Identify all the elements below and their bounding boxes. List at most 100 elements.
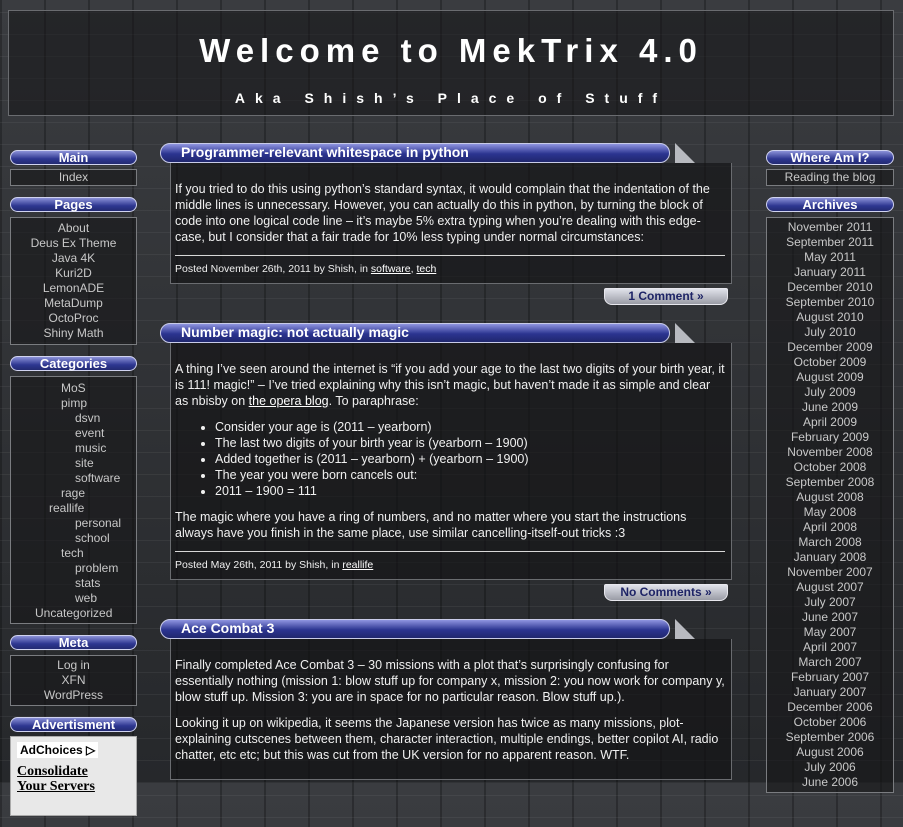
archive-link[interactable]: May 2008 bbox=[767, 505, 893, 520]
archive-link[interactable]: October 2008 bbox=[767, 460, 893, 475]
archive-link[interactable]: July 2006 bbox=[767, 760, 893, 775]
post-title[interactable]: Programmer-relevant whitespace in python bbox=[160, 143, 695, 163]
category-link[interactable]: reallife bbox=[342, 559, 373, 571]
ad-heading: Advertisment bbox=[10, 717, 137, 732]
archive-link[interactable]: December 2009 bbox=[767, 340, 893, 355]
page-link-lemonade[interactable]: LemonADE bbox=[11, 281, 136, 296]
archive-link[interactable]: April 2008 bbox=[767, 520, 893, 535]
category-link[interactable]: rage bbox=[11, 486, 136, 501]
meta-heading: Meta bbox=[10, 635, 137, 650]
post: Ace Combat 3 Finally completed Ace Comba… bbox=[160, 619, 732, 780]
page-link-about[interactable]: About bbox=[11, 221, 136, 236]
archive-link[interactable]: March 2007 bbox=[767, 655, 893, 670]
where-heading: Where Am I? bbox=[766, 150, 894, 165]
archive-link[interactable]: August 2006 bbox=[767, 745, 893, 760]
category-link[interactable]: music bbox=[11, 441, 136, 456]
category-link[interactable]: web bbox=[11, 591, 136, 606]
site-header: Welcome to MekTrix 4.0 Aka Shish’s Place… bbox=[8, 10, 894, 116]
archive-link[interactable]: August 2010 bbox=[767, 310, 893, 325]
archive-link[interactable]: January 2011 bbox=[767, 265, 893, 280]
category-link[interactable]: personal bbox=[11, 516, 136, 531]
page-link-java-4k[interactable]: Java 4K bbox=[11, 251, 136, 266]
archive-link[interactable]: January 2007 bbox=[767, 685, 893, 700]
archive-link[interactable]: June 2007 bbox=[767, 610, 893, 625]
category-link[interactable]: dsvn bbox=[11, 411, 136, 426]
category-link[interactable]: event bbox=[11, 426, 136, 441]
archive-link[interactable]: May 2011 bbox=[767, 250, 893, 265]
main-list: Index bbox=[10, 169, 137, 186]
page-link-deus-ex-theme[interactable]: Deus Ex Theme bbox=[11, 236, 136, 251]
category-link[interactable]: tech bbox=[416, 263, 436, 275]
post-meta-text: Posted November 26th, 2011 by Shish, in bbox=[175, 263, 371, 275]
ad-box: AdChoices ▷ Consolidate Your Servers bbox=[10, 736, 137, 816]
category-link[interactable]: problem bbox=[11, 561, 136, 576]
nav-index-link[interactable]: Index bbox=[11, 170, 136, 185]
post-body: If you tried to do this using python’s s… bbox=[170, 163, 732, 284]
archive-link[interactable]: August 2008 bbox=[767, 490, 893, 505]
page-link-octoproc[interactable]: OctoProc bbox=[11, 311, 136, 326]
archive-link[interactable]: May 2007 bbox=[767, 625, 893, 640]
archive-link[interactable]: March 2008 bbox=[767, 535, 893, 550]
archive-link[interactable]: July 2010 bbox=[767, 325, 893, 340]
archive-link[interactable]: November 2007 bbox=[767, 565, 893, 580]
category-link[interactable]: software bbox=[371, 263, 411, 275]
meta-login-link[interactable]: Log in bbox=[11, 658, 136, 673]
archive-link[interactable]: September 2011 bbox=[767, 235, 893, 250]
post: Programmer-relevant whitespace in python… bbox=[160, 143, 732, 305]
right-sidebar: Where Am I? Reading the blog Archives No… bbox=[766, 150, 894, 804]
archive-link[interactable]: June 2009 bbox=[767, 400, 893, 415]
category-link[interactable]: school bbox=[11, 531, 136, 546]
list-item: Added together is (2011 – yearborn) + (y… bbox=[215, 451, 725, 467]
comments-button[interactable]: 1 Comment » bbox=[604, 288, 728, 305]
opera-blog-link[interactable]: the opera blog bbox=[249, 394, 329, 408]
ad-block: Advertisment AdChoices ▷ Consolidate You… bbox=[10, 717, 137, 816]
adchoices-badge[interactable]: AdChoices ▷ bbox=[17, 742, 99, 758]
archive-link[interactable]: April 2007 bbox=[767, 640, 893, 655]
post-meta: Posted November 26th, 2011 by Shish, in … bbox=[175, 255, 725, 277]
archive-link[interactable]: November 2011 bbox=[767, 220, 893, 235]
meta-block: Meta Log in XFN WordPress bbox=[10, 635, 137, 706]
archive-link[interactable]: December 2010 bbox=[767, 280, 893, 295]
meta-wordpress-link[interactable]: WordPress bbox=[11, 688, 136, 703]
post-title[interactable]: Ace Combat 3 bbox=[160, 619, 695, 639]
archive-link[interactable]: July 2007 bbox=[767, 595, 893, 610]
archive-link[interactable]: April 2009 bbox=[767, 415, 893, 430]
post-title[interactable]: Number magic: not actually magic bbox=[160, 323, 695, 343]
category-link[interactable]: software bbox=[11, 471, 136, 486]
site-title[interactable]: Welcome to MekTrix 4.0 bbox=[9, 11, 893, 70]
category-link[interactable]: pimp bbox=[11, 396, 136, 411]
categories-block: Categories MoS pimp dsvn event music sit… bbox=[10, 356, 137, 624]
archive-link[interactable]: October 2006 bbox=[767, 715, 893, 730]
category-link[interactable]: tech bbox=[11, 546, 136, 561]
archive-link[interactable]: September 2010 bbox=[767, 295, 893, 310]
ad-link[interactable]: Your Servers bbox=[17, 779, 130, 794]
archive-link[interactable]: November 2008 bbox=[767, 445, 893, 460]
pages-heading: Pages bbox=[10, 197, 137, 212]
archive-link[interactable]: August 2007 bbox=[767, 580, 893, 595]
category-link[interactable]: reallife bbox=[11, 501, 136, 516]
page-link-kuri2d[interactable]: Kuri2D bbox=[11, 266, 136, 281]
ad-link[interactable]: Consolidate bbox=[17, 764, 130, 779]
page-link-metadump[interactable]: MetaDump bbox=[11, 296, 136, 311]
category-link[interactable]: MoS bbox=[11, 381, 136, 396]
meta-xfn-link[interactable]: XFN bbox=[11, 673, 136, 688]
page-link-shiny-math[interactable]: Shiny Math bbox=[11, 326, 136, 341]
where-block: Where Am I? Reading the blog bbox=[766, 150, 894, 186]
archive-link[interactable]: September 2008 bbox=[767, 475, 893, 490]
archive-link[interactable]: September 2006 bbox=[767, 730, 893, 745]
where-text: Reading the blog bbox=[784, 170, 876, 184]
archive-link[interactable]: February 2009 bbox=[767, 430, 893, 445]
archive-link[interactable]: July 2009 bbox=[767, 385, 893, 400]
archive-link[interactable]: December 2006 bbox=[767, 700, 893, 715]
comments-button[interactable]: No Comments » bbox=[604, 584, 728, 601]
archives-list: November 2011 September 2011 May 2011 Janua… bbox=[766, 217, 894, 793]
archive-link[interactable]: February 2007 bbox=[767, 670, 893, 685]
post: Number magic: not actually magic A thing… bbox=[160, 323, 732, 601]
category-link[interactable]: site bbox=[11, 456, 136, 471]
archive-link[interactable]: August 2009 bbox=[767, 370, 893, 385]
category-link[interactable]: Uncategorized bbox=[11, 606, 136, 621]
category-link[interactable]: stats bbox=[11, 576, 136, 591]
archive-link[interactable]: October 2009 bbox=[767, 355, 893, 370]
post-text: . To paraphrase: bbox=[328, 394, 419, 408]
archive-link[interactable]: January 2008 bbox=[767, 550, 893, 565]
